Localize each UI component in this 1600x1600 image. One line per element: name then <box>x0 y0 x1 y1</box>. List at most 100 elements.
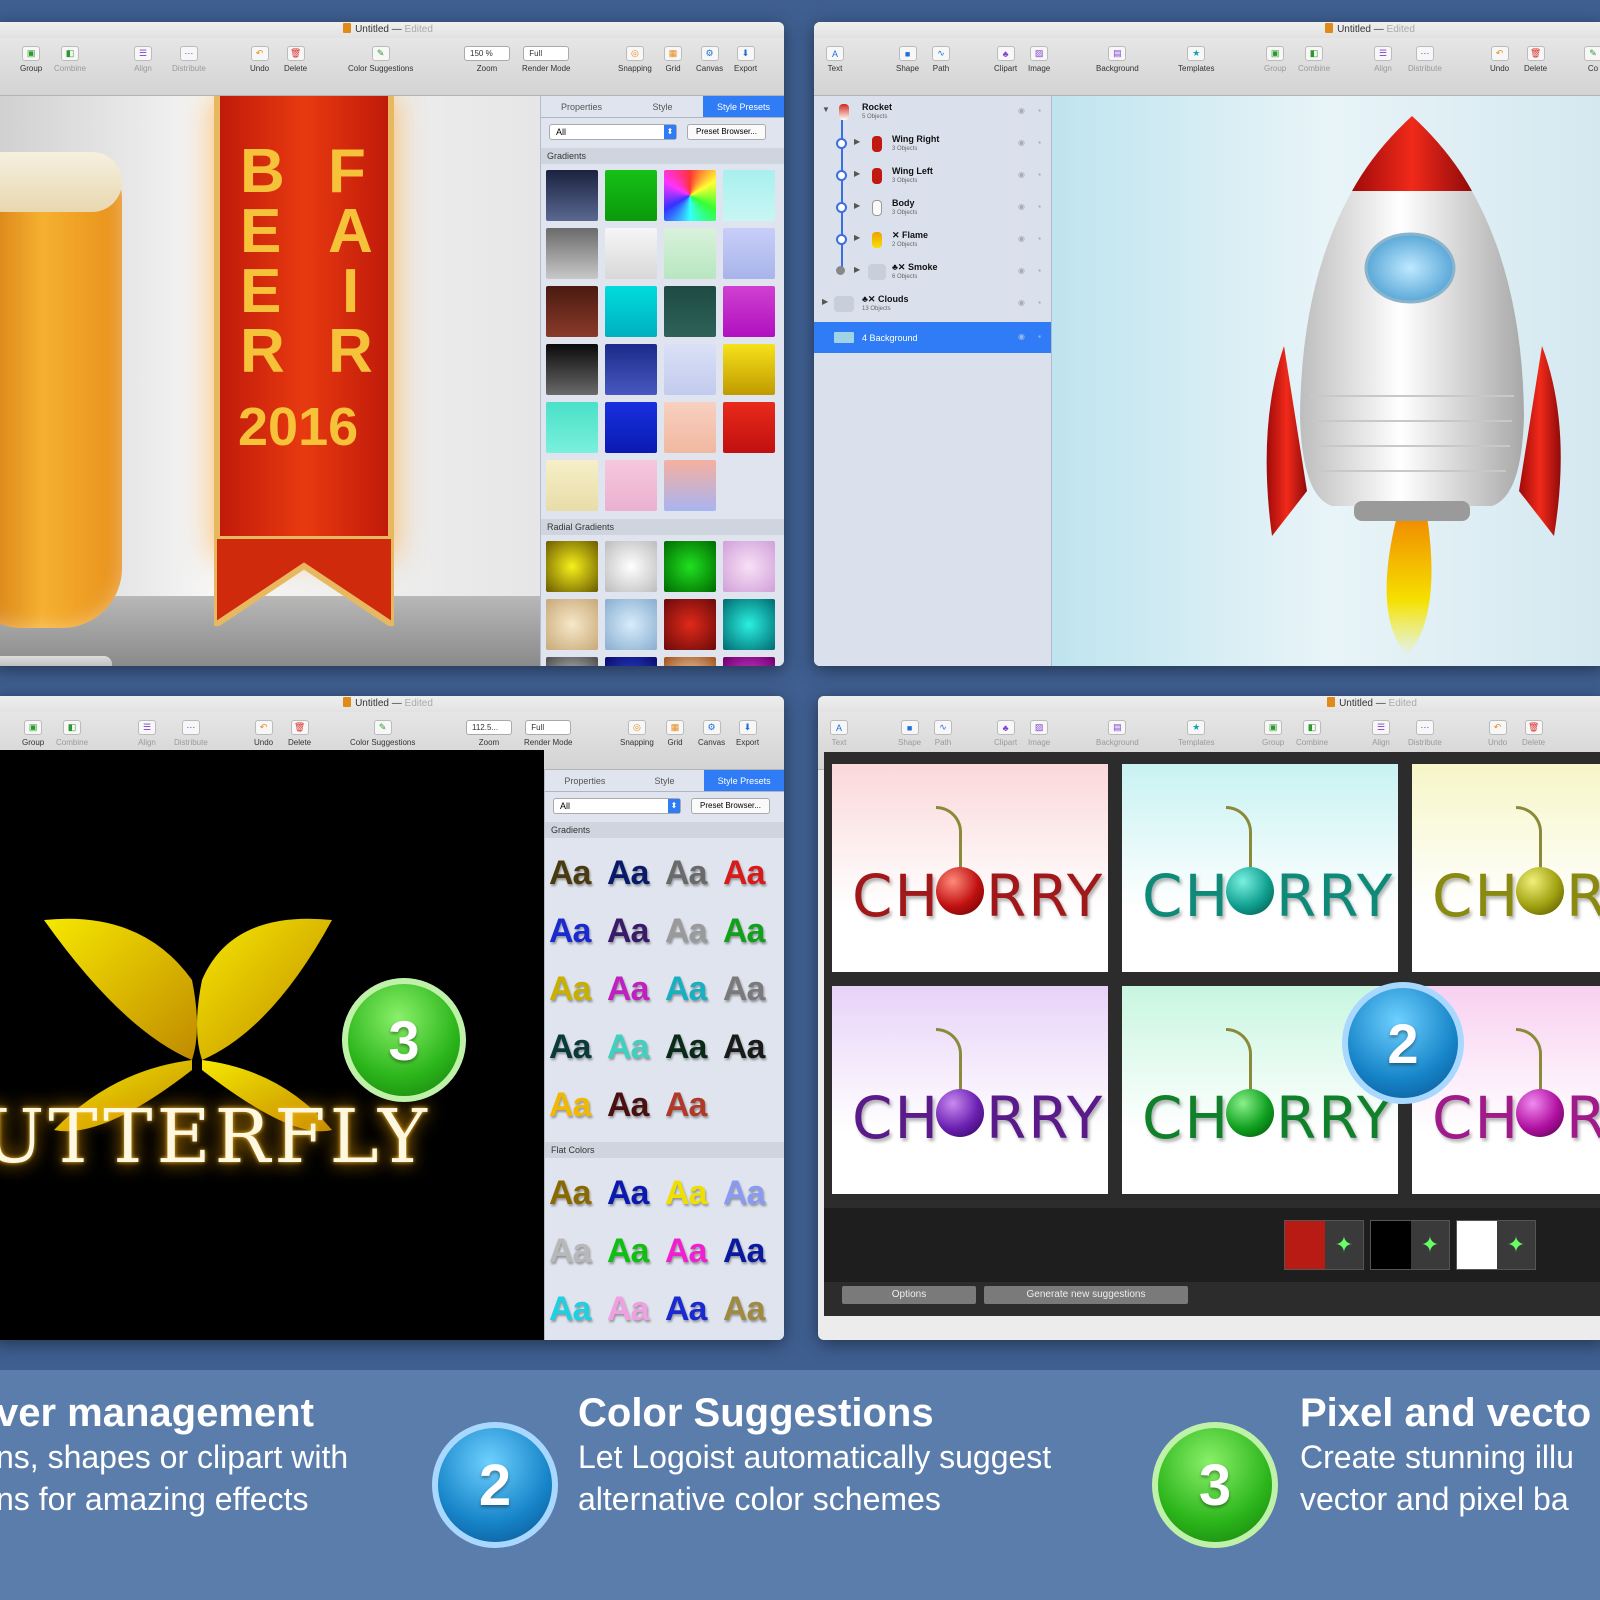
tab-style[interactable]: Style <box>622 96 703 117</box>
text-style-preset[interactable]: Aa <box>549 1018 607 1076</box>
style-preset-swatch[interactable] <box>664 460 716 511</box>
group-button[interactable]: ▣ Group <box>1264 40 1286 73</box>
text-style-preset[interactable]: Aa <box>723 1280 781 1338</box>
style-preset-swatch[interactable] <box>723 344 775 395</box>
text-style-preset[interactable]: Aa <box>607 902 665 960</box>
tab-style[interactable]: Style <box>625 770 705 791</box>
tab-properties[interactable]: Properties <box>541 96 622 117</box>
palette-swatch-black[interactable]: ✦ <box>1370 1220 1450 1270</box>
lock-icon[interactable]: ▪ <box>1038 170 1041 179</box>
suggestion-card[interactable]: CH RRY <box>1122 764 1398 972</box>
lock-icon[interactable]: ▪ <box>1038 106 1041 115</box>
templates-button[interactable]: ★ Templates <box>1178 714 1214 747</box>
text-style-preset[interactable]: Aa <box>665 1280 723 1338</box>
text-style-preset[interactable]: Aa <box>665 1076 723 1134</box>
text-style-preset[interactable]: Aa <box>607 1076 665 1134</box>
style-preset-swatch[interactable] <box>664 599 716 650</box>
shape-button[interactable]: ■ Shape <box>896 40 919 73</box>
distribute-button[interactable]: ⋯ Distribute <box>1408 714 1442 747</box>
canvas-button[interactable]: ⚙ Canvas <box>698 714 725 747</box>
style-preset-swatch[interactable] <box>723 402 775 453</box>
lock-icon[interactable]: ▪ <box>1038 234 1041 243</box>
group-button[interactable]: ▣ Group <box>1262 714 1284 747</box>
style-preset-swatch[interactable] <box>723 286 775 337</box>
render-mode-field[interactable]: Full Render Mode <box>524 714 572 747</box>
lock-icon[interactable]: ▪ <box>1038 138 1041 147</box>
shape-button[interactable]: ■ Shape <box>898 714 921 747</box>
layer-wing-left[interactable]: ▶ Wing Left 3 Objects ◉ ▪ <box>814 160 1051 191</box>
style-preset-swatch[interactable] <box>605 170 657 221</box>
visibility-icon[interactable]: ◉ <box>1018 234 1025 243</box>
palette-swatch-white[interactable]: ✦ <box>1456 1220 1536 1270</box>
style-preset-swatch[interactable] <box>605 541 657 592</box>
combine-button[interactable]: ◧ Combine <box>56 714 88 747</box>
suggestion-card[interactable]: CH RRY <box>1412 764 1600 972</box>
text-style-preset[interactable]: Aa <box>549 1280 607 1338</box>
style-preset-swatch[interactable] <box>546 228 598 279</box>
text-style-preset[interactable]: Aa <box>723 1164 781 1222</box>
color-suggestions-button[interactable]: ✎ Color Suggestions <box>348 40 413 73</box>
layer-background[interactable]: 4 Background ◉ ▪ <box>814 322 1051 353</box>
text-style-preset[interactable]: Aa <box>607 1280 665 1338</box>
visibility-icon[interactable]: ◉ <box>1018 266 1025 275</box>
text-style-preset[interactable]: Aa <box>549 902 607 960</box>
combine-button[interactable]: ◧ Combine <box>54 40 86 73</box>
style-preset-swatch[interactable] <box>546 541 598 592</box>
text-style-preset[interactable]: Aa <box>607 844 665 902</box>
delete-button[interactable]: 🗑 Delete <box>288 714 311 747</box>
color-suggestions-button[interactable]: ✎ Color Suggestions <box>350 714 415 747</box>
image-button[interactable]: ▨ Image <box>1028 40 1050 73</box>
text-style-preset[interactable]: Aa <box>665 844 723 902</box>
style-preset-swatch[interactable] <box>546 599 598 650</box>
align-button[interactable]: ☰ Align <box>138 714 156 747</box>
style-preset-swatch[interactable] <box>546 286 598 337</box>
path-button[interactable]: ∿ Path <box>932 40 950 73</box>
style-preset-swatch[interactable] <box>664 657 716 666</box>
preset-filter-select[interactable]: All <box>553 798 681 814</box>
style-preset-swatch[interactable] <box>605 599 657 650</box>
text-style-preset[interactable]: Aa <box>549 960 607 1018</box>
text-style-preset[interactable]: Aa <box>607 1222 665 1280</box>
lock-icon[interactable]: ▪ <box>1038 298 1041 307</box>
style-preset-swatch[interactable] <box>723 599 775 650</box>
palette-swatch-red[interactable]: ✦ <box>1284 1220 1364 1270</box>
path-button[interactable]: ∿ Path <box>934 714 952 747</box>
canvas-button[interactable]: ⚙ Canvas <box>696 40 723 73</box>
delete-button[interactable]: 🗑 Delete <box>1522 714 1545 747</box>
style-preset-swatch[interactable] <box>605 228 657 279</box>
distribute-button[interactable]: ⋯ Distribute <box>172 40 206 73</box>
text-style-preset[interactable]: Aa <box>723 960 781 1018</box>
text-style-preset[interactable]: Aa <box>665 1164 723 1222</box>
render-mode-field[interactable]: Full Render Mode <box>522 40 570 73</box>
style-preset-swatch[interactable] <box>605 402 657 453</box>
grid-button[interactable]: ▦ Grid <box>666 714 684 747</box>
style-preset-swatch[interactable] <box>546 460 598 511</box>
style-preset-swatch[interactable] <box>723 657 775 666</box>
style-preset-swatch[interactable] <box>664 541 716 592</box>
lock-icon[interactable]: ▪ <box>1038 202 1041 211</box>
tab-style-presets[interactable]: Style Presets <box>703 96 784 117</box>
text-style-preset[interactable]: Aa <box>549 1164 607 1222</box>
layer-body[interactable]: ▶ Body 3 Objects ◉ ▪ <box>814 192 1051 223</box>
image-button[interactable]: ▨ Image <box>1028 714 1050 747</box>
lock-icon[interactable]: ▪ <box>1038 332 1041 341</box>
style-preset-swatch[interactable] <box>664 286 716 337</box>
text-style-preset[interactable]: Aa <box>665 1222 723 1280</box>
text-style-preset[interactable]: Aa <box>723 1018 781 1076</box>
background-button[interactable]: ▤ Background <box>1096 40 1139 73</box>
zoom-field[interactable]: 112.5... Zoom <box>466 714 512 747</box>
style-preset-swatch[interactable] <box>664 228 716 279</box>
text-style-preset[interactable]: Aa <box>723 844 781 902</box>
tab-style-presets[interactable]: Style Presets <box>704 770 784 791</box>
style-preset-swatch[interactable] <box>723 170 775 221</box>
layer-flame[interactable]: ▶ ✕ Flame 2 Objects ◉ ▪ <box>814 224 1051 255</box>
align-button[interactable]: ☰ Align <box>1372 714 1390 747</box>
text-button[interactable]: A Text <box>826 40 844 73</box>
style-preset-swatch[interactable] <box>723 228 775 279</box>
align-button[interactable]: ☰ Align <box>1374 40 1392 73</box>
undo-button[interactable]: ↶ Undo <box>1490 40 1509 73</box>
text-style-preset[interactable]: Aa <box>549 844 607 902</box>
visibility-icon[interactable]: ◉ <box>1018 170 1025 179</box>
export-button[interactable]: ⬇ Export <box>734 40 757 73</box>
distribute-button[interactable]: ⋯ Distribute <box>1408 40 1442 73</box>
